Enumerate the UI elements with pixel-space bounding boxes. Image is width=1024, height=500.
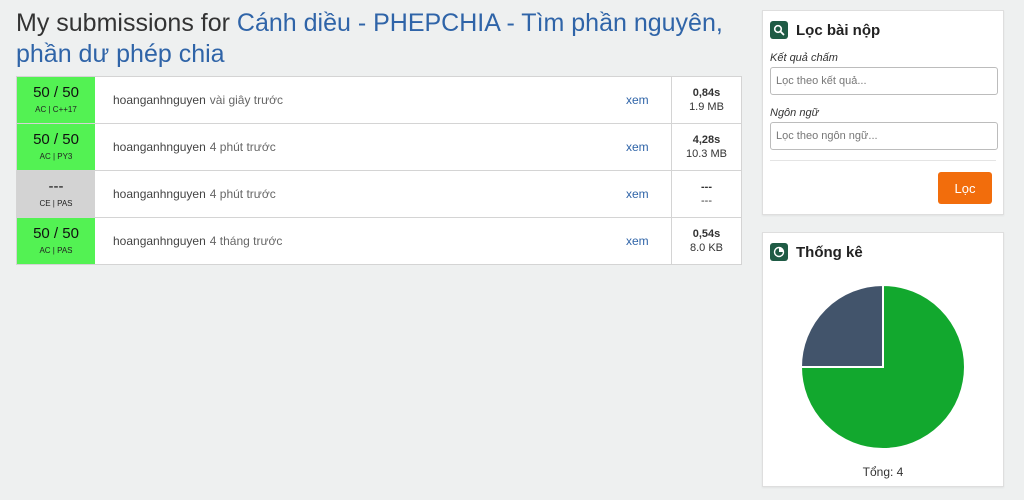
score-result: AC | C++17 (35, 105, 77, 114)
filter-title: Lọc bài nộp (796, 21, 881, 39)
score-result: CE | PAS (39, 199, 73, 208)
submission-stats: 0,84s 1.9 MB (671, 77, 741, 123)
score-points: 50 / 50 (33, 225, 79, 242)
pie-chart-icon (770, 243, 788, 261)
score-result: AC | PAS (39, 246, 73, 255)
username[interactable]: hoanganhnguyen (113, 234, 206, 248)
memory-usage: 10.3 MB (686, 148, 727, 160)
username[interactable]: hoanganhnguyen (113, 140, 206, 154)
memory-usage: 8.0 KB (689, 242, 724, 254)
time-ago: 4 phút trước (209, 140, 276, 154)
language-filter-label: Ngôn ngữ (770, 107, 819, 119)
memory-usage: 1.9 MB (689, 101, 724, 113)
stats-header: Thống kê (770, 242, 996, 262)
memory-usage: --- (701, 195, 712, 207)
exec-time: 0,84s (692, 87, 721, 99)
time-ago: 4 tháng trước (209, 234, 283, 248)
divider (770, 160, 996, 161)
view-link[interactable]: xem (626, 124, 671, 170)
score-badge: 50 / 50 AC | PY3 (17, 124, 95, 170)
score-points: 50 / 50 (33, 84, 79, 101)
stats-panel: Thống kê Tổng: 4 (762, 232, 1004, 487)
exec-time: --- (701, 181, 712, 193)
submission-stats: --- --- (671, 171, 741, 217)
filter-panel: Lọc bài nộp Kết quả chấm Lọc theo kết qu… (762, 10, 1004, 215)
score-badge: 50 / 50 AC | PAS (17, 218, 95, 264)
score-points: 50 / 50 (33, 131, 79, 148)
search-icon (770, 21, 788, 39)
result-pie-chart (799, 283, 966, 450)
pie-slice (799, 283, 884, 368)
submission-info: hoanganhnguyen vài giây trước (95, 77, 626, 123)
username[interactable]: hoanganhnguyen (113, 187, 206, 201)
title-prefix: My submissions for (16, 9, 230, 37)
result-filter-select[interactable]: Lọc theo kết quả... (770, 67, 998, 95)
score-points: --- (48, 178, 64, 195)
submission-row: 50 / 50 AC | PAS hoanganhnguyen 4 tháng … (17, 218, 741, 264)
submission-info: hoanganhnguyen 4 phút trước (95, 124, 626, 170)
score-badge: 50 / 50 AC | C++17 (17, 77, 95, 123)
submission-stats: 4,28s 10.3 MB (671, 124, 741, 170)
time-ago: vài giây trước (209, 93, 284, 107)
view-link[interactable]: xem (626, 171, 671, 217)
page-title: My submissions for Cánh diều - PHEPCHIA … (16, 8, 736, 70)
view-link[interactable]: xem (626, 77, 671, 123)
score-badge: --- CE | PAS (17, 171, 95, 217)
exec-time: 0,54s (692, 228, 721, 240)
filter-button[interactable]: Lọc (938, 172, 992, 204)
submission-info: hoanganhnguyen 4 phút trước (95, 171, 626, 217)
submission-row: 50 / 50 AC | C++17 hoanganhnguyen vài gi… (17, 77, 741, 124)
submission-row: --- CE | PAS hoanganhnguyen 4 phút trước… (17, 171, 741, 218)
username[interactable]: hoanganhnguyen (113, 93, 206, 107)
view-link[interactable]: xem (626, 218, 671, 264)
score-result: AC | PY3 (39, 152, 73, 161)
submissions-table: 50 / 50 AC | C++17 hoanganhnguyen vài gi… (16, 76, 742, 265)
time-ago: 4 phút trước (209, 187, 276, 201)
stats-title: Thống kê (796, 243, 863, 261)
submission-stats: 0,54s 8.0 KB (671, 218, 741, 264)
language-filter-select[interactable]: Lọc theo ngôn ngữ... (770, 122, 998, 150)
filter-header: Lọc bài nộp (770, 20, 996, 40)
result-filter-label: Kết quả chấm (770, 52, 838, 64)
submission-row: 50 / 50 AC | PY3 hoanganhnguyen 4 phút t… (17, 124, 741, 171)
exec-time: 4,28s (692, 134, 721, 146)
total-count: Tổng: 4 (862, 465, 904, 479)
submission-info: hoanganhnguyen 4 tháng trước (95, 218, 626, 264)
